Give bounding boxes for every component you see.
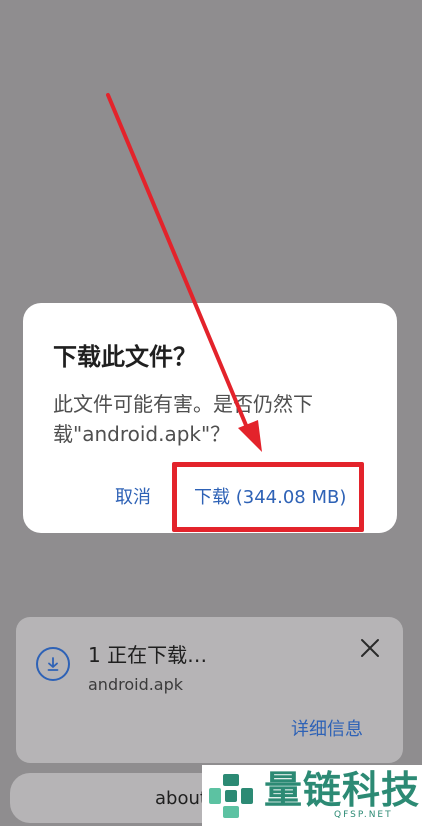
watermark-logo-icon: [209, 774, 253, 818]
watermark: 量链科技 QFSP.NET: [202, 765, 422, 826]
watermark-sub: QFSP.NET: [334, 810, 393, 820]
red-arrow-annotation: [106, 93, 262, 452]
watermark-name: 量链科技: [264, 768, 421, 812]
download-highlight-box: [172, 462, 364, 532]
